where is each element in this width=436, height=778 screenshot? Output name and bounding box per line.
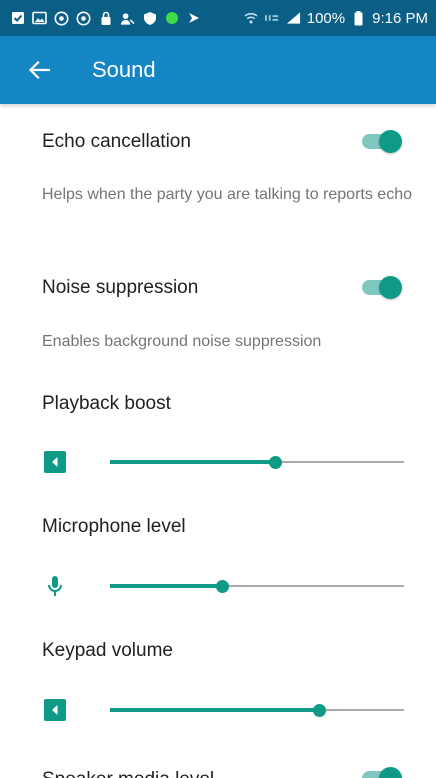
toggle-thumb [379,276,402,299]
speaker-icon [44,451,66,473]
status-bar: 100% 9:16 PM [0,0,436,36]
play-icon [186,11,201,26]
lte-icon [264,11,280,26]
microphone-level-label: Microphone level [42,516,186,537]
profile-icon [120,11,135,26]
toggle-thumb [379,767,402,778]
keypad-volume-setting: Keypad volume [0,608,436,732]
slider-thumb[interactable] [215,580,229,593]
playback-boost-slider[interactable] [110,452,404,472]
echo-cancellation-description: Helps when the party you are talking to … [42,186,412,203]
wifi-icon [244,11,259,26]
speaker-media-toggle[interactable] [360,766,402,778]
slider-thumb[interactable] [268,456,282,469]
playback-boost-setting: Playback boost [0,360,436,484]
battery-percentage: 100% [306,9,346,27]
echo-cancellation-label: Echo cancellation [42,131,191,152]
clock: 9:16 PM [372,9,428,27]
slider-fill [110,584,222,588]
app-bar: Sound [0,36,436,104]
battery-icon [351,10,366,26]
noise-suppression-description: Enables background noise suppression [42,333,322,350]
microphone-icon [44,575,66,597]
page-title: Sound [92,57,156,82]
microphone-level-setting: Microphone level [0,484,436,608]
noise-suppression-toggle[interactable] [360,275,402,299]
signal-icon [286,11,301,26]
lock-icon [98,11,113,26]
echo-cancellation-setting[interactable]: Echo cancellation Helps when the party y… [0,104,436,244]
microphone-level-slider[interactable] [110,576,404,596]
slider-thumb[interactable] [312,704,326,717]
green-dot-icon [164,11,179,26]
slider-fill [110,460,275,464]
notification-icons [10,11,201,26]
image-icon [32,11,47,26]
checkbox-icon [10,11,25,26]
noise-suppression-setting[interactable]: Noise suppression Enables background noi… [0,244,436,360]
speaker-icon [44,699,66,721]
chrome-icon [76,11,91,26]
system-status: 100% 9:16 PM [244,10,428,27]
toggle-thumb [379,130,402,153]
chrome-icon [54,11,69,26]
playback-boost-label: Playback boost [42,393,171,414]
noise-suppression-label: Noise suppression [42,277,199,298]
settings-list: Echo cancellation Helps when the party y… [0,104,436,778]
keypad-volume-label: Keypad volume [42,640,173,661]
speaker-media-label: Speaker media level [42,769,214,778]
shield-icon [142,11,157,26]
echo-cancellation-toggle[interactable] [360,129,402,153]
keypad-volume-slider[interactable] [110,700,404,720]
back-arrow-icon[interactable] [26,57,52,83]
speaker-media-setting[interactable]: Speaker media level [0,732,436,778]
slider-fill [110,708,319,712]
